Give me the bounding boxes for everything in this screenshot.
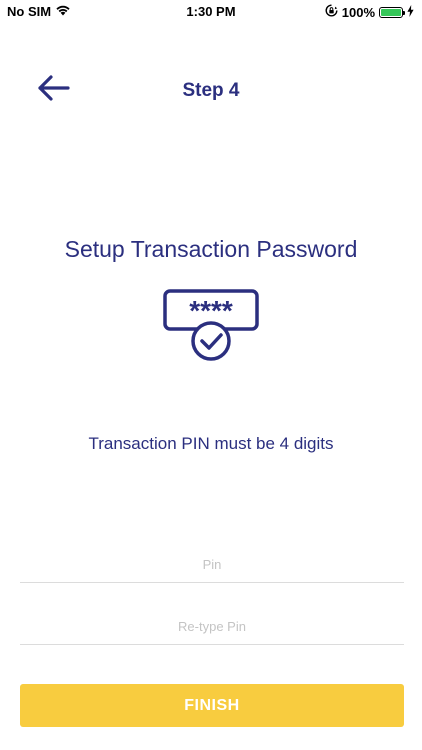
status-bar: No SIM 1:30 PM 100% bbox=[0, 0, 422, 24]
screen: No SIM 1:30 PM 100% Step 4 Setup Transac… bbox=[0, 0, 422, 750]
finish-button[interactable]: FINISH bbox=[20, 684, 404, 727]
orientation-lock-icon bbox=[325, 4, 338, 20]
pin-hint: Transaction PIN must be 4 digits bbox=[88, 434, 334, 453]
setup-heading: Setup Transaction Password bbox=[64, 236, 358, 262]
pin-check-icon: **** bbox=[161, 287, 261, 367]
battery-percent: 100% bbox=[341, 4, 375, 20]
retype-pin-input[interactable] bbox=[20, 608, 404, 644]
retype-pin-field bbox=[20, 608, 404, 645]
pin-field bbox=[20, 546, 404, 583]
pin-input[interactable] bbox=[20, 546, 404, 582]
status-right: 100% bbox=[325, 4, 414, 20]
charging-bolt-icon bbox=[407, 4, 414, 20]
battery-fill bbox=[381, 8, 401, 16]
battery-icon bbox=[379, 6, 405, 18]
page-title: Step 4 bbox=[182, 80, 240, 101]
